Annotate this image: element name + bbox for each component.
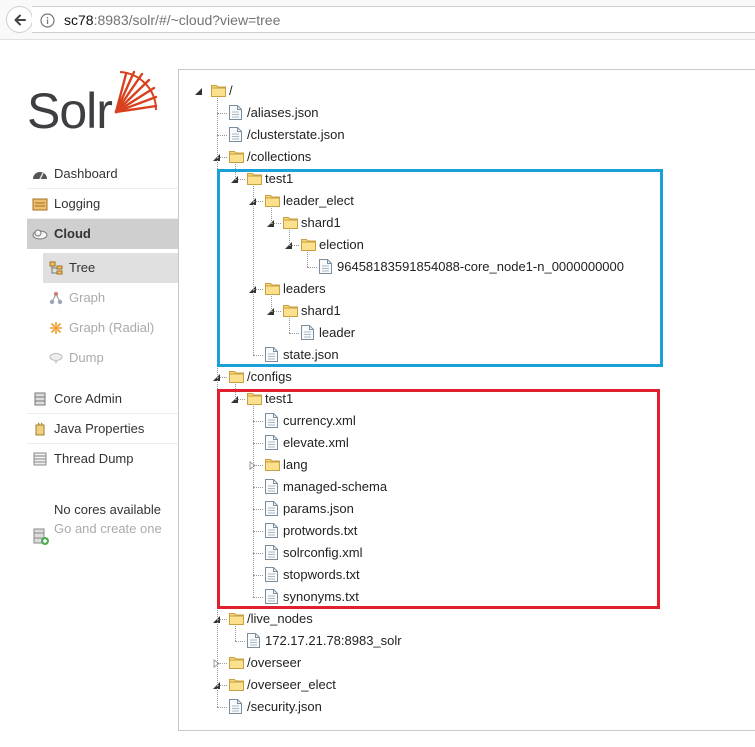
tree-icon bbox=[49, 261, 63, 275]
nav-cloud-dump[interactable]: Dump bbox=[43, 343, 178, 373]
tree-connector-line bbox=[235, 641, 245, 642]
url-host: sc78 bbox=[64, 12, 94, 28]
file-icon bbox=[229, 699, 242, 714]
tree-connector-line bbox=[217, 377, 227, 378]
folder-icon-wrap bbox=[229, 149, 244, 166]
folder-icon-wrap bbox=[229, 655, 244, 672]
tree-node-label[interactable]: /collections bbox=[247, 149, 311, 164]
folder-icon bbox=[229, 613, 244, 625]
tree-connector-line bbox=[217, 663, 227, 664]
tree-node-label[interactable]: /clusterstate.json bbox=[247, 127, 345, 142]
tree-node-label[interactable]: 172.17.21.78:8983_solr bbox=[265, 633, 402, 648]
dashboard-icon bbox=[33, 172, 47, 180]
solr-sun-icon bbox=[114, 70, 158, 114]
tree-connector-line bbox=[217, 157, 227, 158]
tree-node-label[interactable]: /configs bbox=[247, 369, 292, 384]
nav-thread-dump[interactable]: Thread Dump bbox=[27, 444, 178, 474]
sub-label: Tree bbox=[69, 260, 96, 275]
file-icon bbox=[247, 633, 260, 648]
url-path: :8983/solr/#/~cloud?view=tree bbox=[93, 12, 281, 28]
tree-connector-line bbox=[217, 619, 227, 620]
no-cores-text: No cores available bbox=[54, 502, 161, 517]
folder-icon bbox=[211, 85, 226, 97]
graph-radial-icon bbox=[50, 322, 62, 334]
tree-node-label[interactable]: /overseer bbox=[247, 655, 301, 670]
logo-text: Solr bbox=[27, 83, 113, 139]
nav-logging[interactable]: Logging bbox=[27, 189, 178, 219]
java-icon bbox=[35, 422, 45, 436]
folder-icon bbox=[229, 679, 244, 691]
tree-connector-line bbox=[217, 113, 227, 114]
file-icon bbox=[229, 105, 242, 120]
dump-icon bbox=[49, 353, 63, 364]
tree-connector-line bbox=[217, 685, 227, 686]
sub-label: Dump bbox=[69, 350, 104, 365]
nav-cloud-tree[interactable]: Tree bbox=[43, 253, 178, 283]
collections-highlight bbox=[217, 169, 663, 367]
url-text: sc78:8983/solr/#/~cloud?view=tree bbox=[64, 12, 280, 28]
tree-node-label[interactable]: /live_nodes bbox=[247, 611, 313, 626]
core-admin-icon bbox=[34, 392, 46, 406]
file-icon bbox=[229, 127, 242, 142]
nav-core-admin[interactable]: Core Admin bbox=[27, 384, 178, 414]
logging-icon bbox=[32, 198, 48, 211]
folder-icon-wrap bbox=[229, 677, 244, 694]
create-core-link[interactable]: Go and create one bbox=[54, 519, 174, 538]
address-bar[interactable]: sc78:8983/solr/#/~cloud?view=tree bbox=[32, 6, 755, 33]
solr-logo[interactable]: Solr bbox=[27, 68, 167, 139]
tree-node-label[interactable]: /overseer_elect bbox=[247, 677, 336, 692]
folder-icon-wrap bbox=[211, 83, 226, 100]
folder-icon-wrap bbox=[229, 369, 244, 386]
browser-toolbar: sc78:8983/solr/#/~cloud?view=tree bbox=[0, 0, 755, 40]
sub-label: Graph (Radial) bbox=[69, 320, 155, 335]
cloud-icon bbox=[32, 229, 48, 240]
add-core-icon bbox=[33, 528, 49, 545]
nav-cloud[interactable]: Cloud bbox=[27, 219, 178, 249]
sub-label: Graph bbox=[69, 290, 106, 305]
tree-node-label[interactable]: /security.json bbox=[247, 699, 322, 714]
nav-label: Java Properties bbox=[54, 421, 145, 436]
folder-icon bbox=[229, 657, 244, 669]
file-icon-wrap bbox=[229, 105, 242, 123]
file-icon-wrap bbox=[229, 127, 242, 145]
tree-connector-line bbox=[217, 707, 227, 708]
nav-label: Core Admin bbox=[54, 391, 122, 406]
tree-connector-line bbox=[235, 626, 236, 641]
node-toggle[interactable] bbox=[194, 84, 203, 99]
back-button[interactable] bbox=[6, 6, 33, 33]
nav-cloud-graph-radial[interactable]: Graph (Radial) bbox=[43, 313, 178, 343]
file-icon-wrap bbox=[247, 633, 260, 651]
folder-icon bbox=[229, 371, 244, 383]
nav-label: Logging bbox=[54, 196, 101, 211]
nav-label: Cloud bbox=[54, 226, 91, 241]
nav-java-properties[interactable]: Java Properties bbox=[27, 414, 178, 444]
folder-icon-wrap bbox=[229, 611, 244, 628]
folder-icon bbox=[229, 151, 244, 163]
info-icon[interactable] bbox=[40, 13, 55, 28]
tree-node-label[interactable]: /aliases.json bbox=[247, 105, 319, 120]
graph-icon bbox=[49, 291, 63, 305]
nav-cloud-graph[interactable]: Graph bbox=[43, 283, 178, 313]
file-icon-wrap bbox=[229, 699, 242, 717]
configs-highlight bbox=[217, 389, 660, 609]
nav-label: Dashboard bbox=[54, 166, 118, 181]
tree-connector-line bbox=[217, 135, 227, 136]
tree-node-label[interactable]: / bbox=[229, 83, 233, 98]
no-cores-message: No cores available Go and create one bbox=[54, 500, 174, 538]
back-arrow-icon bbox=[14, 14, 26, 26]
nav-label: Thread Dump bbox=[54, 451, 134, 466]
collapse-arrow-icon[interactable] bbox=[194, 87, 203, 96]
nav-dashboard[interactable]: Dashboard bbox=[27, 159, 178, 189]
thread-dump-icon bbox=[33, 452, 47, 466]
